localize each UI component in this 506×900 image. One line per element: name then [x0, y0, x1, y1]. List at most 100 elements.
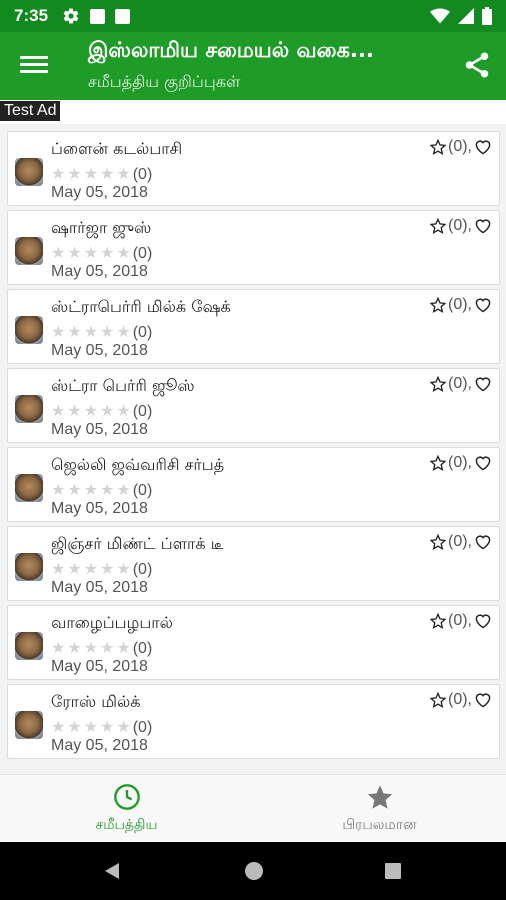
star-outline-icon[interactable]: [430, 613, 446, 629]
heart-outline-icon[interactable]: [474, 218, 492, 234]
heart-outline-icon[interactable]: [474, 376, 492, 392]
recipe-thumbnail: [15, 158, 43, 186]
nav-recent-label: சமீபத்திய: [95, 817, 158, 833]
home-icon[interactable]: [244, 861, 264, 881]
recipe-thumbnail: [15, 237, 43, 265]
favorite-count: (0),: [448, 612, 472, 629]
recents-icon[interactable]: [384, 862, 402, 880]
card-actions: (0),: [430, 375, 492, 393]
rating-stars: ★★★★★(0): [51, 164, 153, 183]
star-outline-icon[interactable]: [430, 218, 446, 234]
card-actions: (0),: [430, 296, 492, 314]
share-icon[interactable]: [462, 50, 492, 80]
recipe-title: ஷார்ஜா ஜுஸ்: [51, 218, 152, 237]
recipe-title: ஜிஞ்சர் மிண்ட் ப்ளாக் டீ: [51, 534, 224, 553]
rating-count: (0): [132, 482, 153, 499]
app-subtitle: சமீபத்திய குறிப்புகள்: [88, 72, 241, 91]
nav-popular-label: பிரபலமான: [342, 817, 417, 833]
card-actions: (0),: [430, 138, 492, 156]
recipe-date: May 05, 2018: [51, 421, 148, 438]
star-outline-icon[interactable]: [430, 534, 446, 550]
clock-icon: [113, 784, 140, 810]
rating-stars: ★★★★★(0): [51, 638, 153, 657]
settings-gear-icon: [63, 8, 79, 24]
rating-count: (0): [132, 561, 153, 578]
wifi-icon: [430, 8, 450, 24]
nav-popular[interactable]: பிரபலமான: [253, 775, 506, 843]
heart-outline-icon[interactable]: [474, 139, 492, 155]
menu-button[interactable]: [20, 52, 48, 80]
recipe-date: May 05, 2018: [51, 263, 148, 280]
recipe-thumbnail: [15, 711, 43, 739]
recipe-card[interactable]: ப்ளைன் கடல்பாசி ★★★★★(0) May 05, 2018 (0…: [7, 131, 500, 206]
recipe-date: May 05, 2018: [51, 500, 148, 517]
rating-stars: ★★★★★(0): [51, 401, 153, 420]
rating-stars: ★★★★★(0): [51, 559, 153, 578]
recipe-date: May 05, 2018: [51, 342, 148, 359]
battery-icon: [482, 7, 492, 25]
heart-outline-icon[interactable]: [474, 455, 492, 471]
recipe-card[interactable]: வாழைப்பழபால் ★★★★★(0) May 05, 2018 (0),: [7, 605, 500, 680]
recipe-title: ஸ்ட்ராபெர்ரி மில்க் ஷேக்: [51, 297, 231, 316]
recipe-card[interactable]: ஜிஞ்சர் மிண்ட் ப்ளாக் டீ ★★★★★(0) May 05…: [7, 526, 500, 601]
recipe-card[interactable]: ஷார்ஜா ஜுஸ் ★★★★★(0) May 05, 2018 (0),: [7, 210, 500, 285]
recipe-card[interactable]: ஜெல்லி ஜவ்வரிசி சர்பத் ★★★★★(0) May 05, …: [7, 447, 500, 522]
favorite-count: (0),: [448, 375, 472, 392]
recipe-title: வாழைப்பழபால்: [51, 613, 173, 632]
recipe-thumbnail: [15, 395, 43, 423]
recipe-title: ஸ்ட்ரா பெர்ரி ஜூஸ்: [51, 376, 195, 395]
recipe-list: ப்ளைன் கடல்பாசி ★★★★★(0) May 05, 2018 (0…: [0, 124, 506, 774]
recipe-thumbnail: [15, 553, 43, 581]
star-outline-icon[interactable]: [430, 297, 446, 313]
notification-square-icon: [90, 8, 106, 24]
rating-count: (0): [132, 166, 153, 183]
star-outline-icon[interactable]: [430, 376, 446, 392]
recipe-card[interactable]: ரோஸ் மில்க் ★★★★★(0) May 05, 2018 (0),: [7, 684, 500, 759]
favorite-count: (0),: [448, 217, 472, 234]
favorite-count: (0),: [448, 691, 472, 708]
status-time: 7:35: [14, 6, 49, 25]
app-bar: இஸ்லாமிய சமையல் வகை... சமீபத்திய குறிப்ப…: [0, 32, 506, 100]
heart-outline-icon[interactable]: [474, 297, 492, 313]
heart-outline-icon[interactable]: [474, 692, 492, 708]
recipe-card[interactable]: ஸ்ட்ராபெர்ரி மில்க் ஷேக் ★★★★★(0) May 05…: [7, 289, 500, 364]
recipe-date: May 05, 2018: [51, 579, 148, 596]
card-actions: (0),: [430, 533, 492, 551]
recipe-date: May 05, 2018: [51, 658, 148, 675]
recipe-card[interactable]: ஸ்ட்ரா பெர்ரி ஜூஸ் ★★★★★(0) May 05, 2018…: [7, 368, 500, 443]
recipe-thumbnail: [15, 474, 43, 502]
bottom-nav: சமீபத்திய பிரபலமான: [0, 774, 506, 842]
test-ad-label[interactable]: Test Ad: [0, 101, 61, 121]
favorite-count: (0),: [448, 138, 472, 155]
app-title: இஸ்லாமிய சமையல் வகை...: [88, 38, 374, 62]
nav-recent[interactable]: சமீபத்திய: [0, 775, 253, 843]
rating-stars: ★★★★★(0): [51, 243, 153, 262]
heart-outline-icon[interactable]: [474, 613, 492, 629]
favorite-count: (0),: [448, 296, 472, 313]
star-outline-icon[interactable]: [430, 139, 446, 155]
rating-stars: ★★★★★(0): [51, 480, 153, 499]
back-icon[interactable]: [103, 861, 123, 881]
card-actions: (0),: [430, 612, 492, 630]
recipe-thumbnail: [15, 316, 43, 344]
status-bar: 7:35: [0, 0, 506, 32]
heart-outline-icon[interactable]: [474, 534, 492, 550]
recipe-title: ஜெல்லி ஜவ்வரிசி சர்பத்: [51, 455, 225, 474]
star-outline-icon[interactable]: [430, 692, 446, 708]
system-navigation-bar: [0, 842, 506, 900]
recipe-title: ரோஸ் மில்க்: [51, 692, 141, 711]
signal-icon: [458, 8, 474, 24]
favorite-count: (0),: [448, 454, 472, 471]
recipe-title: ப்ளைன் கடல்பாசி: [51, 139, 183, 158]
star-icon: [367, 785, 392, 809]
recipe-date: May 05, 2018: [51, 737, 148, 754]
rating-count: (0): [132, 245, 153, 262]
card-actions: (0),: [430, 217, 492, 235]
rating-stars: ★★★★★(0): [51, 322, 153, 341]
card-actions: (0),: [430, 454, 492, 472]
rating-count: (0): [132, 640, 153, 657]
star-outline-icon[interactable]: [430, 455, 446, 471]
rating-count: (0): [132, 324, 153, 341]
recipe-thumbnail: [15, 632, 43, 660]
card-actions: (0),: [430, 691, 492, 709]
